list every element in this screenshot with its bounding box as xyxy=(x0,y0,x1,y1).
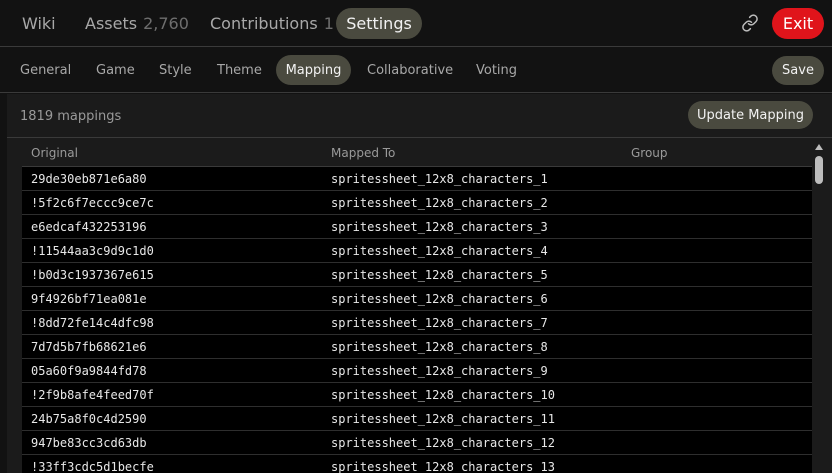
cell-mapped-to: spritessheet_12x8_characters_8 xyxy=(331,339,548,354)
cell-mapped-to: spritessheet_12x8_characters_13 xyxy=(331,459,555,473)
nav-contributions-label: Contributions xyxy=(210,13,318,33)
save-label: Save xyxy=(782,63,814,78)
cell-original: !2f9b8afe4feed70f xyxy=(31,387,154,402)
tab-voting[interactable]: Voting xyxy=(476,55,517,85)
tab-theme[interactable]: Theme xyxy=(217,55,262,85)
cell-mapped-to: spritessheet_12x8_characters_1 xyxy=(331,171,548,186)
cell-mapped-to: spritessheet_12x8_characters_5 xyxy=(331,267,548,282)
mapping-table: Original Mapped To Group 29de30eb871e6a8… xyxy=(22,138,812,473)
table-row[interactable]: 9f4926bf71ea081e spritessheet_12x8_charac… xyxy=(22,287,812,311)
settings-tabs: General Game Style Theme Mapping Collabo… xyxy=(0,48,832,93)
nav-settings-label: Settings xyxy=(346,14,412,33)
cell-mapped-to: spritessheet_12x8_characters_7 xyxy=(331,315,548,330)
table-row[interactable]: 05a60f9a9844fd78 spritessheet_12x8_charac… xyxy=(22,359,812,383)
link-icon xyxy=(742,14,758,32)
cell-original: 05a60f9a9844fd78 xyxy=(31,363,147,378)
tab-theme-label: Theme xyxy=(217,62,262,78)
tab-general[interactable]: General xyxy=(20,55,71,85)
cell-mapped-to: spritessheet_12x8_characters_4 xyxy=(331,243,548,258)
table-row[interactable]: !5f2c6f7eccc9ce7c spritessheet_12x8_chara… xyxy=(22,191,812,215)
column-header-group[interactable]: Group xyxy=(631,138,668,167)
cell-original: !8dd72fe14c4dfc98 xyxy=(31,315,154,330)
cell-mapped-to: spritessheet_12x8_characters_12 xyxy=(331,435,555,450)
table-header: Original Mapped To Group xyxy=(22,138,812,167)
update-mapping-label: Update Mapping xyxy=(696,107,804,123)
nav-contributions-count: 1 xyxy=(323,13,334,33)
tab-style-label: Style xyxy=(159,62,192,78)
tab-voting-label: Voting xyxy=(476,62,518,78)
exit-label: Exit xyxy=(782,14,814,33)
nav-settings[interactable]: Settings xyxy=(336,8,422,39)
table-scrollbar[interactable] xyxy=(812,141,826,473)
nav-wiki[interactable]: Wiki xyxy=(22,0,56,46)
table-row[interactable]: e6edcaf432253196 spritessheet_12x8_charac… xyxy=(22,215,812,239)
nav-contributions[interactable]: Contributions 1 xyxy=(210,0,334,46)
top-navigation: Wiki Assets 2,760 Contributions 1 Settin… xyxy=(0,0,832,47)
mapping-count: 1819 mappings xyxy=(20,108,122,124)
tab-collaborative-label: Collaborative xyxy=(367,62,454,78)
table-row[interactable]: 29de30eb871e6a80 spritessheet_12x8_charac… xyxy=(22,167,812,191)
cell-original: e6edcaf432253196 xyxy=(31,219,147,234)
nav-assets-count: 2,760 xyxy=(143,13,189,33)
cell-original: !5f2c6f7eccc9ce7c xyxy=(31,195,154,210)
cell-original: 7d7d5b7fb68621e6 xyxy=(31,339,147,354)
table-row[interactable]: !11544aa3c9d9c1d0 spritessheet_12x8_chara… xyxy=(22,239,812,263)
tab-mapping-label: Mapping xyxy=(285,62,342,78)
cell-mapped-to: spritessheet_12x8_characters_9 xyxy=(331,363,548,378)
table-row[interactable]: 7d7d5b7fb68621e6 spritessheet_12x8_charac… xyxy=(22,335,812,359)
cell-original: !b0d3c1937367e615 xyxy=(31,267,154,282)
scroll-up-arrow-icon[interactable] xyxy=(814,141,824,153)
table-row[interactable]: 24b75a8f0c4d2590 spritessheet_12x8_charac… xyxy=(22,407,812,431)
share-link-button[interactable] xyxy=(736,10,764,36)
table-row[interactable]: !2f9b8afe4feed70f spritessheet_12x8_chara… xyxy=(22,383,812,407)
cell-original: !33ff3cdc5d1becfe xyxy=(31,459,154,473)
nav-assets[interactable]: Assets 2,760 xyxy=(85,0,189,46)
cell-mapped-to: spritessheet_12x8_characters_6 xyxy=(331,291,548,306)
tab-style[interactable]: Style xyxy=(159,55,192,85)
cell-original: 9f4926bf71ea081e xyxy=(31,291,147,306)
update-mapping-button[interactable]: Update Mapping xyxy=(688,101,813,129)
exit-button[interactable]: Exit xyxy=(772,8,824,39)
table-row[interactable]: 947be83cc3cd63db spritessheet_12x8_charac… xyxy=(22,431,812,455)
table-row[interactable]: !8dd72fe14c4dfc98 spritessheet_12x8_chara… xyxy=(22,311,812,335)
scrollbar-thumb[interactable] xyxy=(815,156,823,184)
cell-mapped-to: spritessheet_12x8_characters_11 xyxy=(331,411,555,426)
tab-game[interactable]: Game xyxy=(96,55,135,85)
tab-collaborative[interactable]: Collaborative xyxy=(367,55,453,85)
cell-original: 29de30eb871e6a80 xyxy=(31,171,147,186)
tab-game-label: Game xyxy=(96,62,135,78)
mapping-panel: 1819 mappings Update Mapping Original Ma… xyxy=(7,94,832,473)
column-header-original[interactable]: Original xyxy=(31,138,78,167)
table-row[interactable]: !b0d3c1937367e615 spritessheet_12x8_chara… xyxy=(22,263,812,287)
table-body: 29de30eb871e6a80 spritessheet_12x8_charac… xyxy=(22,167,812,473)
column-header-mapped-to[interactable]: Mapped To xyxy=(331,138,395,167)
cell-mapped-to: spritessheet_12x8_characters_2 xyxy=(331,195,548,210)
nav-wiki-label: Wiki xyxy=(22,13,56,33)
tab-mapping[interactable]: Mapping xyxy=(276,55,351,85)
save-button[interactable]: Save xyxy=(772,56,824,85)
cell-mapped-to: spritessheet_12x8_characters_3 xyxy=(331,219,548,234)
cell-original: 24b75a8f0c4d2590 xyxy=(31,411,147,426)
cell-mapped-to: spritessheet_12x8_characters_10 xyxy=(331,387,555,402)
cell-original: 947be83cc3cd63db xyxy=(31,435,147,450)
table-row[interactable]: !33ff3cdc5d1becfe spritessheet_12x8_chara… xyxy=(22,455,812,473)
cell-original: !11544aa3c9d9c1d0 xyxy=(31,243,154,258)
nav-assets-label: Assets xyxy=(85,13,138,33)
tab-general-label: General xyxy=(20,62,72,78)
